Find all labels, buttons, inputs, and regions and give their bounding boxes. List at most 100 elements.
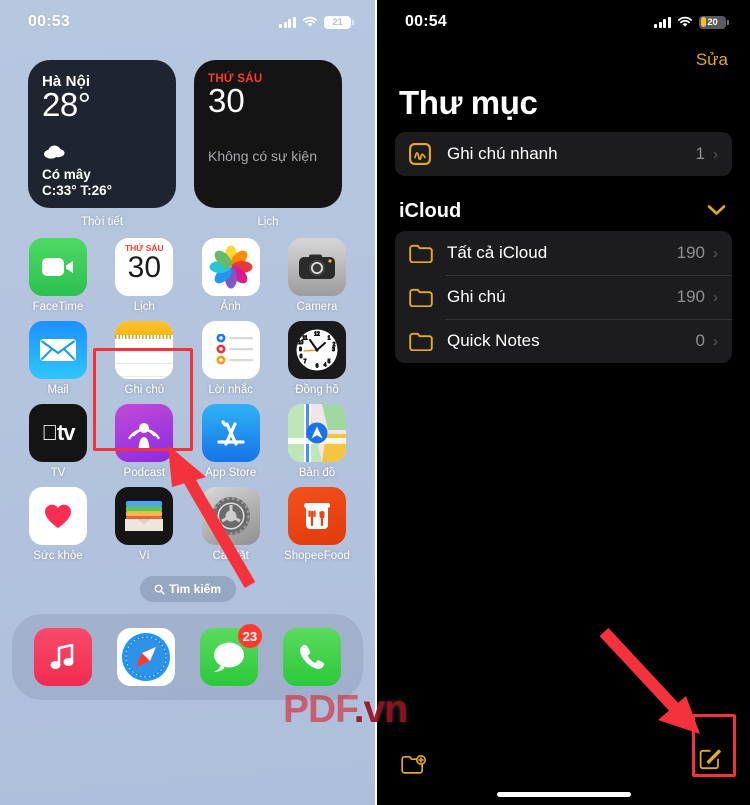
quick-note-icon (409, 143, 435, 165)
svg-text:8: 8 (300, 354, 303, 360)
new-folder-icon[interactable] (401, 737, 428, 782)
health-icon (29, 487, 87, 545)
settings-gear-icon (201, 487, 260, 545)
wifi-icon (302, 16, 318, 28)
folder-count: 190 (676, 287, 705, 306)
app-store-icon (201, 404, 260, 462)
svg-text:2: 2 (333, 342, 336, 348)
app-wallet[interactable]: Ví (108, 487, 180, 562)
messages-icon[interactable]: 23 (199, 624, 262, 686)
phone-icon[interactable] (282, 628, 341, 686)
app-notes[interactable]: Ghi chú (108, 321, 180, 396)
svg-text:12: 12 (314, 332, 320, 338)
battery-cap (727, 19, 729, 25)
calendar-icon-day: 30 (127, 251, 162, 284)
table-row[interactable]: Ghi chú 190 › (395, 275, 732, 319)
app-camera[interactable]: Camera (281, 238, 353, 313)
folder-icon (409, 288, 435, 307)
music-icon[interactable] (34, 628, 93, 686)
left-status-indicators: 21 (278, 15, 354, 29)
app-label: Đồng hồ (295, 384, 339, 396)
table-row[interactable]: Tất cả iCloud 190 › (395, 231, 732, 275)
cellular-bars-icon (278, 16, 296, 28)
app-label: Bản đồ (298, 467, 336, 479)
folder-icon (409, 332, 435, 351)
app-label: Camera (296, 301, 338, 313)
icloud-folders-group: Tất cả iCloud 190 › Ghi chú 190 › Quick … (395, 231, 732, 363)
app-grid: FaceTime THỨ SÁU 30 Lịch Ảnh Camera Mail… (0, 228, 375, 562)
app-row: tv TV Podcast (22, 404, 353, 479)
search-icon (154, 584, 165, 595)
app-clock[interactable]: 12 1 3 567 9 11 2 4 8 10 Đồng hồ (281, 321, 353, 396)
folder-label: Quick Notes (447, 331, 540, 350)
weather-temperature: 28° (42, 86, 91, 123)
right-status-indicators: 20 (653, 15, 729, 29)
app-app-store[interactable]: App Store (195, 404, 267, 479)
calendar-widget[interactable]: THỨ SÁU 30 Không có sự kiện Lịch (194, 60, 342, 228)
calendar-day-number: 30 (208, 82, 245, 119)
left-status-time: 00:53 (28, 13, 70, 30)
weather-condition: Có mây (42, 166, 91, 182)
app-label: FaceTime (32, 301, 84, 313)
calendar-empty-text: Không có sự kiện (208, 148, 317, 164)
folder-count: 190 (676, 243, 705, 262)
photos-icon (201, 238, 260, 296)
search-label: Tìm kiếm (168, 582, 222, 596)
camera-icon (287, 238, 346, 296)
chevron-right-icon: › (713, 288, 718, 306)
maps-icon (287, 404, 346, 462)
app-tv[interactable]: tv TV (22, 404, 94, 479)
app-label: Cài đặt (212, 550, 249, 562)
search-pill[interactable]: Tìm kiếm (139, 576, 236, 602)
svg-text:5: 5 (328, 359, 331, 365)
battery-cap (352, 19, 354, 25)
svg-text:10: 10 (298, 340, 304, 346)
app-label: Sức khỏe (33, 550, 83, 562)
clock-icon: 12 1 3 567 9 11 2 4 8 10 (287, 321, 346, 379)
app-label: App Store (205, 467, 257, 479)
notes-icon (115, 321, 174, 379)
icloud-section-header[interactable]: iCloud (377, 176, 750, 231)
weather-widget[interactable]: Hà Nội 28° Có mây C:33° T:26° Thời tiết (28, 60, 176, 228)
app-podcasts[interactable]: Podcast (108, 404, 180, 479)
app-label: Podcast (123, 467, 166, 479)
battery-level: 21 (332, 16, 343, 28)
svg-text:4: 4 (324, 363, 327, 369)
app-shopeefood[interactable]: ShopeeFood (281, 487, 353, 562)
app-label: Lịch (133, 301, 155, 313)
compose-note-button[interactable] (698, 743, 726, 776)
table-row[interactable]: Quick Notes 0 › (395, 319, 732, 363)
dock: 23 (12, 614, 363, 700)
widget-row: Hà Nội 28° Có mây C:33° T:26° Thời tiết … (0, 44, 375, 228)
list-item-quick-note[interactable]: Ghi chú nhanh 1 › (395, 132, 732, 176)
app-row: Mail Ghi chú Lời nhắc 12 1 3 5 6 7 9 11 … (22, 321, 353, 396)
arrow-pointing-to-compose-button (599, 627, 700, 734)
calendar-widget-label: Lịch (257, 216, 279, 228)
weather-widget-label: Thời tiết (80, 216, 124, 228)
app-label: Ví (138, 550, 150, 562)
app-row: Sức khỏe Ví Cài đặt ShopeeFood (22, 487, 353, 562)
app-label: Ảnh (220, 301, 241, 313)
quick-notes-group: Ghi chú nhanh 1 › (395, 132, 732, 176)
app-mail[interactable]: Mail (22, 321, 94, 396)
apple-tv-icon: tv (29, 404, 87, 462)
edit-button[interactable]: Sửa (377, 44, 750, 70)
chevron-down-icon[interactable] (707, 203, 726, 220)
right-status-bar: 00:54 20 (377, 0, 750, 44)
app-settings[interactable]: Cài đặt (195, 487, 267, 562)
app-reminders[interactable]: Lời nhắc (195, 321, 267, 396)
app-maps[interactable]: Bản đồ (281, 404, 353, 479)
app-health[interactable]: Sức khỏe (22, 487, 94, 562)
bottom-toolbar (377, 731, 750, 787)
page-title: Thư mục (399, 84, 538, 121)
app-photos[interactable]: Ảnh (195, 238, 267, 313)
app-label: Lời nhắc (208, 384, 253, 396)
app-calendar[interactable]: THỨ SÁU 30 Lịch (108, 238, 180, 313)
app-facetime[interactable]: FaceTime (22, 238, 94, 313)
battery-fill (700, 17, 706, 27)
app-label: Mail (47, 384, 69, 396)
safari-compass-icon[interactable] (117, 628, 176, 686)
app-label: ShopeeFood (284, 550, 350, 562)
shopeefood-icon (287, 487, 346, 545)
svg-text:6: 6 (316, 364, 319, 370)
